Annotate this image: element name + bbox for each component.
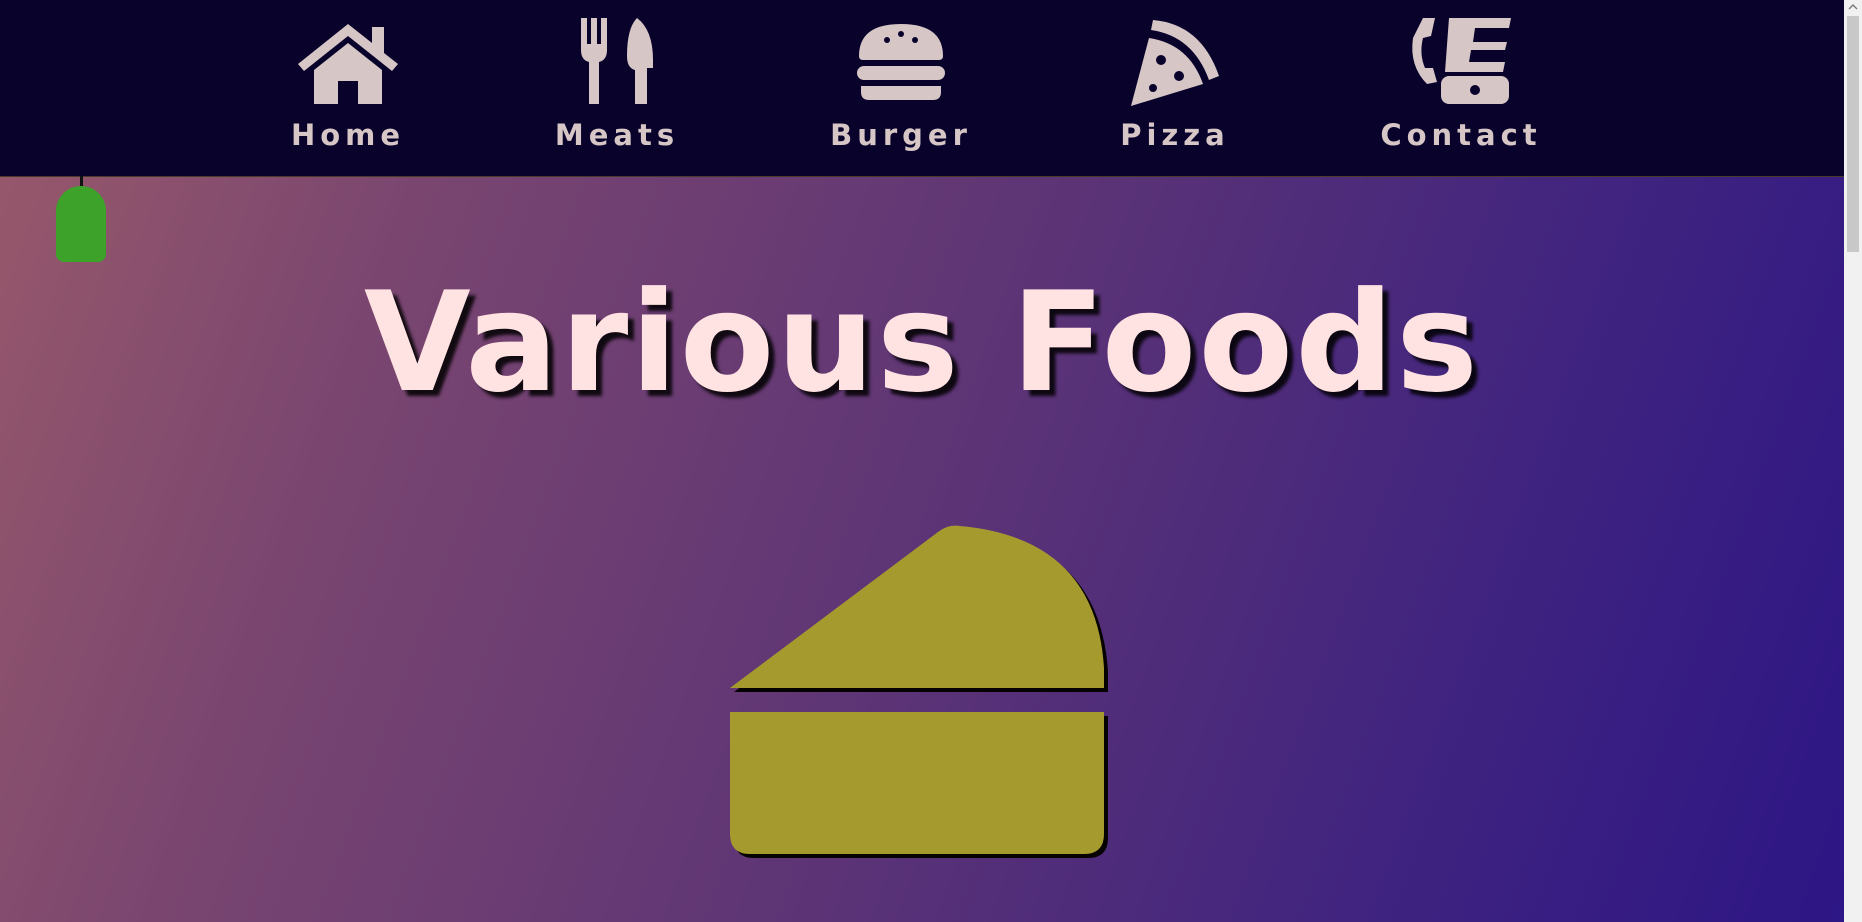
top-navbar: Home Meats Burger Pizza Contact (0, 0, 1844, 177)
burger-icon (855, 14, 947, 110)
nav-meats[interactable]: Meats (552, 14, 682, 154)
nav-home[interactable]: Home (286, 14, 410, 154)
nav-contact[interactable]: Contact (1380, 14, 1542, 154)
cake-slice-icon (728, 520, 1116, 864)
nav-pizza[interactable]: Pizza (1118, 14, 1232, 154)
hanging-lamp (56, 186, 106, 262)
phone-icon (1409, 14, 1513, 110)
nav-pizza-label: Pizza (1120, 118, 1230, 152)
nav-meats-label: Meats (554, 118, 680, 152)
page-title: Various Foods (363, 262, 1481, 423)
vertical-scrollbar[interactable] (1844, 0, 1862, 922)
pizza-icon (1127, 14, 1223, 110)
fork-knife-icon (577, 14, 657, 110)
nav-home-label: Home (290, 118, 406, 152)
nav-burger-label: Burger (830, 118, 972, 152)
scroll-up-arrow-icon[interactable] (1848, 2, 1858, 12)
nav-contact-label: Contact (1380, 118, 1542, 152)
scrollbar-thumb[interactable] (1847, 16, 1859, 252)
nav-burger[interactable]: Burger (826, 14, 976, 154)
home-icon (296, 14, 400, 110)
lamp-wire (80, 176, 83, 186)
